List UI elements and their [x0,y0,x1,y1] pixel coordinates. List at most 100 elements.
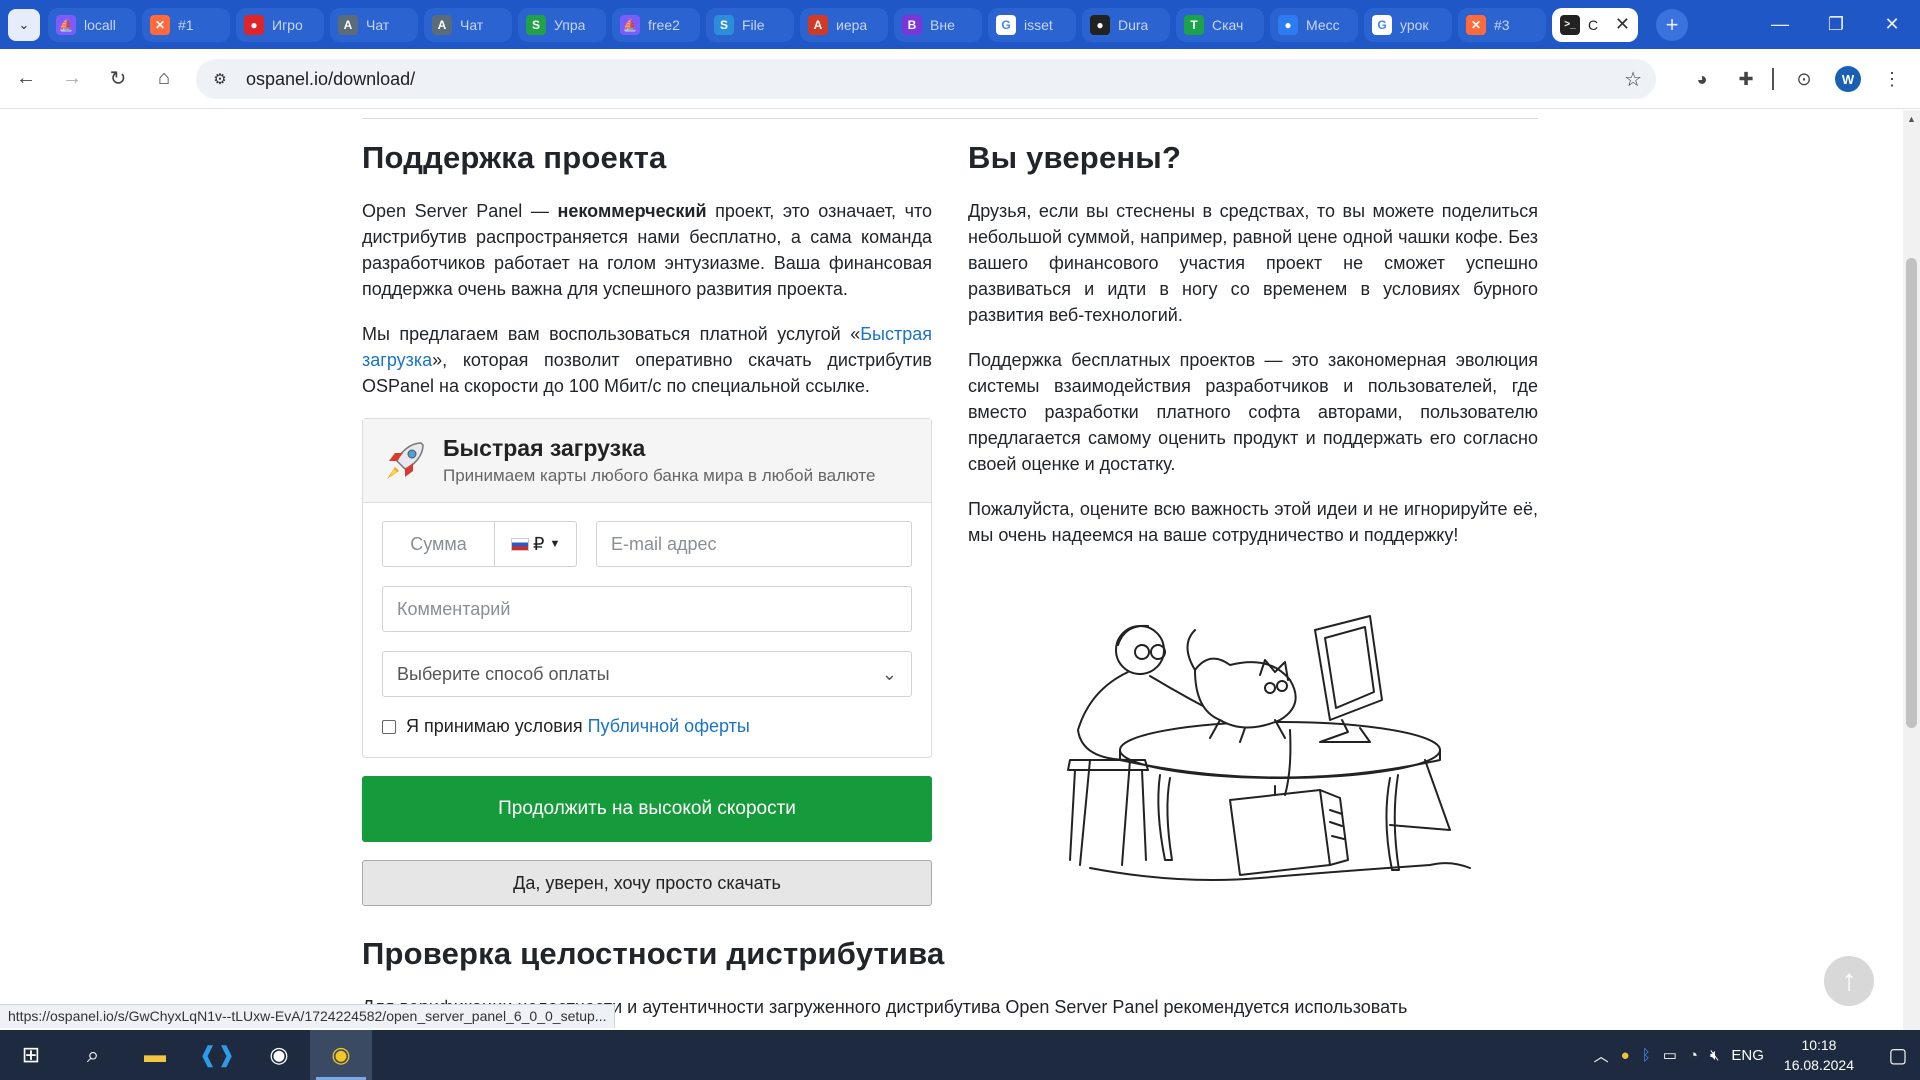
tab-label: isset [1024,16,1053,33]
scroll-up-arrow-icon[interactable]: ▲ [1903,110,1920,127]
wifi-icon[interactable]: ◔ [1689,1047,1698,1064]
address-bar[interactable]: ⚙ ospanel.io/download/ ☆ [196,59,1656,99]
payment-method-value: Выберите способ оплаты [397,663,610,684]
browser-tab[interactable]: ● Месс [1270,7,1358,42]
file-explorer-icon[interactable]: ▬ [124,1030,186,1080]
scroll-to-top-button[interactable]: ↑ [1824,956,1874,1006]
address-url[interactable]: ospanel.io/download/ [246,69,415,90]
avast-icon: A [808,14,828,35]
language-indicator[interactable]: ENG [1731,1047,1764,1064]
chrome-icon[interactable]: ◉ [310,1030,372,1080]
forward-icon[interactable]: → [52,59,92,99]
russia-flag-icon [511,537,529,551]
google-icon: G [1372,14,1392,35]
support-paragraph-1: Open Server Panel — некоммерческий проек… [362,198,932,302]
downloads-icon[interactable]: ⊙ [1784,59,1824,99]
browser-tab[interactable]: ✕ #1 [142,7,230,42]
new-tab-button[interactable]: + [1656,8,1688,41]
tab-label: С [1588,16,1599,33]
payment-method-select[interactable]: Выберите способ оплаты ⌄ [382,651,912,697]
integrity-section: Проверка целостности дистрибутива [362,936,944,994]
bookmark-star-icon[interactable]: ☆ [1624,67,1642,92]
browser-tab[interactable]: B Вне [894,7,982,42]
active-browser-tab[interactable]: >_ С ✕ [1552,7,1638,42]
page-viewport: Поддержка проекта Open Server Panel — не… [0,110,1903,1030]
browser-tab[interactable]: ● Dura [1082,7,1170,42]
close-tab-icon[interactable]: ✕ [1615,14,1630,35]
terminal-icon: >_ [1560,14,1580,35]
confirm-title: Вы уверены? [968,140,1182,175]
cat-and-developer-illustration [1067,615,1471,882]
close-window-icon[interactable]: ✕ [1864,0,1920,49]
terms-checkbox[interactable] [382,719,396,734]
browser-tab[interactable]: ✕ #3 [1458,7,1546,42]
tab-label: иера [836,16,868,33]
card-header: Быстрая загрузка Принимаем карты любого … [363,419,931,503]
start-windows-icon[interactable]: ⊞ [0,1030,62,1080]
tab-search-button[interactable]: ⌄ [8,8,40,41]
chevron-up-icon[interactable]: ︿ [1594,1045,1609,1066]
reload-icon[interactable]: ↻ [98,59,138,99]
browser-tab[interactable]: A Чат [424,7,512,42]
amount-input[interactable]: Сумма [382,521,495,567]
currency-select[interactable]: ₽ ▼ [495,521,577,567]
browser-tab[interactable]: ● Игро [236,7,324,42]
tab-label: Dura [1118,16,1149,33]
restore-icon[interactable]: ❐ [1808,0,1864,49]
scrollbar-thumb[interactable] [1906,258,1917,728]
bluetooth-icon[interactable]: ᛒ [1642,1047,1651,1064]
public-offer-link[interactable]: Публичной оферты [588,716,750,737]
page-scrollbar[interactable]: ▲ [1903,110,1920,1030]
browser-tab[interactable]: ⛵ locall [48,7,136,42]
tray-app-icon[interactable]: ● [1621,1047,1630,1064]
browser-tab[interactable]: Gisset [988,7,1076,42]
github-desktop-icon[interactable]: ◉ [248,1030,310,1080]
chevron-down-icon: ⌄ [881,663,897,684]
opera-icon: ● [244,14,264,35]
tab-label: #3 [1494,16,1510,33]
back-icon[interactable]: ← [6,59,46,99]
tab-label: Чат [460,16,484,33]
comment-input[interactable]: Комментарий [382,586,912,632]
browser-toolbar: ← → ↻ ⌂ ⚙ ospanel.io/download/ ☆ ◕ ✚ ⊙ W… [0,49,1920,109]
volume-muted-icon[interactable]: 🔇︎ [1710,1047,1719,1064]
support-column: Поддержка проекта Open Server Panel — не… [362,140,932,906]
site-info-icon[interactable]: ⚙ [204,63,236,95]
browser-tab[interactable]: Gурок [1364,7,1452,42]
browser-tab[interactable]: ⛵ free2 [612,7,700,42]
clock-time: 10:18 [1801,1037,1837,1053]
fast-download-button[interactable]: Продолжить на высокой скорости [362,776,932,842]
rocket-icon [387,441,424,479]
confirm-paragraph-2: Поддержка бесплатных проектов — это зако… [968,350,1538,474]
home-icon[interactable]: ⌂ [144,59,184,99]
browser-tab[interactable]: S File [706,7,794,42]
minimize-icon[interactable]: — [1752,0,1808,49]
file-icon: S [714,14,734,35]
tab-label: Месс [1306,16,1340,33]
search-icon[interactable]: ⌕ [62,1030,124,1080]
browser-tab[interactable]: T Скач [1176,7,1264,42]
notion-icon: ✕ [1466,14,1486,35]
tab-label: урок [1400,16,1429,33]
window-controls: — ❐ ✕ [1752,0,1920,49]
vscode-icon[interactable]: ❰❱ [186,1030,248,1080]
extension-icon[interactable]: ◕ [1682,59,1722,99]
extensions-puzzle-icon[interactable]: ✚ [1726,59,1766,99]
plain-download-button[interactable]: Да, уверен, хочу просто скачать [362,860,932,906]
clock[interactable]: 10:18 16.08.2024 [1784,1035,1854,1075]
browser-tab[interactable]: S Упра [518,7,606,42]
card-title: Быстрая загрузка [443,435,646,461]
email-input[interactable]: E-mail адрес [596,521,912,567]
profile-avatar[interactable]: W [1828,59,1868,99]
browser-tab[interactable]: A Чат [330,7,418,42]
tab-label: Упра [554,16,586,33]
card-subtitle: Принимаем карты любого банка мира в любо… [443,466,876,485]
seo-icon: S [526,14,546,35]
browser-tab[interactable]: Aиера [800,7,888,42]
windows-taskbar: ⊞ ⌕ ▬ ❰❱ ◉ ◉ ︿ ● ᛒ ▭ ◔ 🔇︎ ENG 10:18 16.0… [0,1030,1920,1080]
battery-icon[interactable]: ▭ [1663,1046,1677,1064]
tab-label: Вне [930,16,955,33]
notifications-icon[interactable]: ▢ [1876,1030,1920,1080]
integrity-title: Проверка целостности дистрибутива [362,936,945,971]
menu-kebab-icon[interactable]: ⋮ [1872,59,1912,99]
